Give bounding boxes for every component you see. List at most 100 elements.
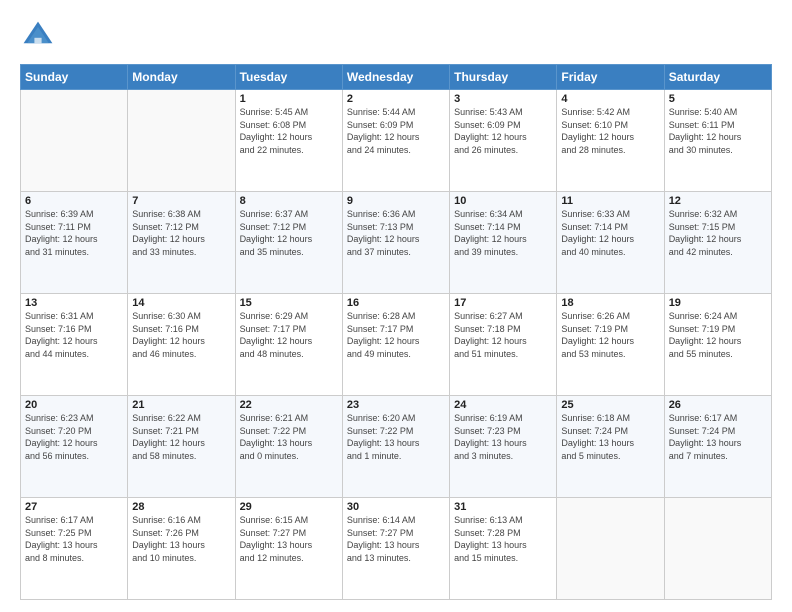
calendar-cell: 20Sunrise: 6:23 AM Sunset: 7:20 PM Dayli… <box>21 396 128 498</box>
day-number: 23 <box>347 399 445 411</box>
day-number: 8 <box>240 195 338 207</box>
calendar-cell: 7Sunrise: 6:38 AM Sunset: 7:12 PM Daylig… <box>128 192 235 294</box>
calendar-cell: 29Sunrise: 6:15 AM Sunset: 7:27 PM Dayli… <box>235 498 342 600</box>
day-info: Sunrise: 6:27 AM Sunset: 7:18 PM Dayligh… <box>454 310 552 360</box>
day-number: 22 <box>240 399 338 411</box>
calendar-cell: 6Sunrise: 6:39 AM Sunset: 7:11 PM Daylig… <box>21 192 128 294</box>
calendar-cell: 8Sunrise: 6:37 AM Sunset: 7:12 PM Daylig… <box>235 192 342 294</box>
day-number: 9 <box>347 195 445 207</box>
weekday-header-row: SundayMondayTuesdayWednesdayThursdayFrid… <box>21 65 772 90</box>
weekday-header-sunday: Sunday <box>21 65 128 90</box>
calendar-cell: 28Sunrise: 6:16 AM Sunset: 7:26 PM Dayli… <box>128 498 235 600</box>
day-info: Sunrise: 6:19 AM Sunset: 7:23 PM Dayligh… <box>454 412 552 462</box>
day-number: 20 <box>25 399 123 411</box>
day-info: Sunrise: 6:22 AM Sunset: 7:21 PM Dayligh… <box>132 412 230 462</box>
day-number: 6 <box>25 195 123 207</box>
logo <box>20 18 60 54</box>
day-info: Sunrise: 6:28 AM Sunset: 7:17 PM Dayligh… <box>347 310 445 360</box>
calendar-cell: 19Sunrise: 6:24 AM Sunset: 7:19 PM Dayli… <box>664 294 771 396</box>
calendar-cell: 14Sunrise: 6:30 AM Sunset: 7:16 PM Dayli… <box>128 294 235 396</box>
calendar-cell: 26Sunrise: 6:17 AM Sunset: 7:24 PM Dayli… <box>664 396 771 498</box>
day-number: 15 <box>240 297 338 309</box>
calendar-cell: 12Sunrise: 6:32 AM Sunset: 7:15 PM Dayli… <box>664 192 771 294</box>
calendar-cell <box>128 90 235 192</box>
day-number: 26 <box>669 399 767 411</box>
calendar-cell: 15Sunrise: 6:29 AM Sunset: 7:17 PM Dayli… <box>235 294 342 396</box>
day-info: Sunrise: 6:15 AM Sunset: 7:27 PM Dayligh… <box>240 514 338 564</box>
day-number: 25 <box>561 399 659 411</box>
calendar-cell: 9Sunrise: 6:36 AM Sunset: 7:13 PM Daylig… <box>342 192 449 294</box>
calendar-cell: 3Sunrise: 5:43 AM Sunset: 6:09 PM Daylig… <box>450 90 557 192</box>
page: SundayMondayTuesdayWednesdayThursdayFrid… <box>0 0 792 612</box>
day-number: 14 <box>132 297 230 309</box>
calendar-cell: 30Sunrise: 6:14 AM Sunset: 7:27 PM Dayli… <box>342 498 449 600</box>
day-info: Sunrise: 6:31 AM Sunset: 7:16 PM Dayligh… <box>25 310 123 360</box>
day-number: 7 <box>132 195 230 207</box>
calendar-cell <box>557 498 664 600</box>
day-number: 3 <box>454 93 552 105</box>
week-row-2: 6Sunrise: 6:39 AM Sunset: 7:11 PM Daylig… <box>21 192 772 294</box>
day-info: Sunrise: 5:45 AM Sunset: 6:08 PM Dayligh… <box>240 106 338 156</box>
day-info: Sunrise: 5:42 AM Sunset: 6:10 PM Dayligh… <box>561 106 659 156</box>
day-number: 16 <box>347 297 445 309</box>
calendar-cell: 1Sunrise: 5:45 AM Sunset: 6:08 PM Daylig… <box>235 90 342 192</box>
day-number: 24 <box>454 399 552 411</box>
day-info: Sunrise: 6:17 AM Sunset: 7:24 PM Dayligh… <box>669 412 767 462</box>
weekday-header-monday: Monday <box>128 65 235 90</box>
day-info: Sunrise: 6:23 AM Sunset: 7:20 PM Dayligh… <box>25 412 123 462</box>
week-row-5: 27Sunrise: 6:17 AM Sunset: 7:25 PM Dayli… <box>21 498 772 600</box>
day-info: Sunrise: 6:36 AM Sunset: 7:13 PM Dayligh… <box>347 208 445 258</box>
day-info: Sunrise: 6:17 AM Sunset: 7:25 PM Dayligh… <box>25 514 123 564</box>
day-info: Sunrise: 6:13 AM Sunset: 7:28 PM Dayligh… <box>454 514 552 564</box>
calendar-cell: 16Sunrise: 6:28 AM Sunset: 7:17 PM Dayli… <box>342 294 449 396</box>
calendar-cell: 27Sunrise: 6:17 AM Sunset: 7:25 PM Dayli… <box>21 498 128 600</box>
calendar-cell: 5Sunrise: 5:40 AM Sunset: 6:11 PM Daylig… <box>664 90 771 192</box>
calendar-cell: 13Sunrise: 6:31 AM Sunset: 7:16 PM Dayli… <box>21 294 128 396</box>
day-info: Sunrise: 6:20 AM Sunset: 7:22 PM Dayligh… <box>347 412 445 462</box>
weekday-header-wednesday: Wednesday <box>342 65 449 90</box>
week-row-1: 1Sunrise: 5:45 AM Sunset: 6:08 PM Daylig… <box>21 90 772 192</box>
calendar-cell: 24Sunrise: 6:19 AM Sunset: 7:23 PM Dayli… <box>450 396 557 498</box>
day-info: Sunrise: 6:29 AM Sunset: 7:17 PM Dayligh… <box>240 310 338 360</box>
day-info: Sunrise: 6:26 AM Sunset: 7:19 PM Dayligh… <box>561 310 659 360</box>
weekday-header-tuesday: Tuesday <box>235 65 342 90</box>
day-number: 2 <box>347 93 445 105</box>
calendar-cell: 17Sunrise: 6:27 AM Sunset: 7:18 PM Dayli… <box>450 294 557 396</box>
day-info: Sunrise: 5:40 AM Sunset: 6:11 PM Dayligh… <box>669 106 767 156</box>
calendar-cell: 23Sunrise: 6:20 AM Sunset: 7:22 PM Dayli… <box>342 396 449 498</box>
calendar-cell: 4Sunrise: 5:42 AM Sunset: 6:10 PM Daylig… <box>557 90 664 192</box>
logo-icon <box>20 18 56 54</box>
day-info: Sunrise: 6:38 AM Sunset: 7:12 PM Dayligh… <box>132 208 230 258</box>
day-number: 12 <box>669 195 767 207</box>
day-info: Sunrise: 6:37 AM Sunset: 7:12 PM Dayligh… <box>240 208 338 258</box>
day-number: 27 <box>25 501 123 513</box>
calendar-cell <box>664 498 771 600</box>
week-row-4: 20Sunrise: 6:23 AM Sunset: 7:20 PM Dayli… <box>21 396 772 498</box>
calendar-cell: 10Sunrise: 6:34 AM Sunset: 7:14 PM Dayli… <box>450 192 557 294</box>
day-number: 13 <box>25 297 123 309</box>
day-number: 18 <box>561 297 659 309</box>
day-number: 21 <box>132 399 230 411</box>
day-info: Sunrise: 6:18 AM Sunset: 7:24 PM Dayligh… <box>561 412 659 462</box>
calendar-cell <box>21 90 128 192</box>
week-row-3: 13Sunrise: 6:31 AM Sunset: 7:16 PM Dayli… <box>21 294 772 396</box>
day-number: 1 <box>240 93 338 105</box>
day-number: 5 <box>669 93 767 105</box>
calendar-cell: 22Sunrise: 6:21 AM Sunset: 7:22 PM Dayli… <box>235 396 342 498</box>
day-info: Sunrise: 6:24 AM Sunset: 7:19 PM Dayligh… <box>669 310 767 360</box>
calendar-cell: 2Sunrise: 5:44 AM Sunset: 6:09 PM Daylig… <box>342 90 449 192</box>
calendar-cell: 18Sunrise: 6:26 AM Sunset: 7:19 PM Dayli… <box>557 294 664 396</box>
day-info: Sunrise: 6:21 AM Sunset: 7:22 PM Dayligh… <box>240 412 338 462</box>
header <box>20 18 772 54</box>
day-number: 17 <box>454 297 552 309</box>
day-number: 30 <box>347 501 445 513</box>
day-number: 28 <box>132 501 230 513</box>
weekday-header-friday: Friday <box>557 65 664 90</box>
day-info: Sunrise: 6:33 AM Sunset: 7:14 PM Dayligh… <box>561 208 659 258</box>
day-info: Sunrise: 6:14 AM Sunset: 7:27 PM Dayligh… <box>347 514 445 564</box>
day-number: 4 <box>561 93 659 105</box>
day-number: 29 <box>240 501 338 513</box>
day-info: Sunrise: 6:39 AM Sunset: 7:11 PM Dayligh… <box>25 208 123 258</box>
day-info: Sunrise: 6:32 AM Sunset: 7:15 PM Dayligh… <box>669 208 767 258</box>
calendar-cell: 31Sunrise: 6:13 AM Sunset: 7:28 PM Dayli… <box>450 498 557 600</box>
